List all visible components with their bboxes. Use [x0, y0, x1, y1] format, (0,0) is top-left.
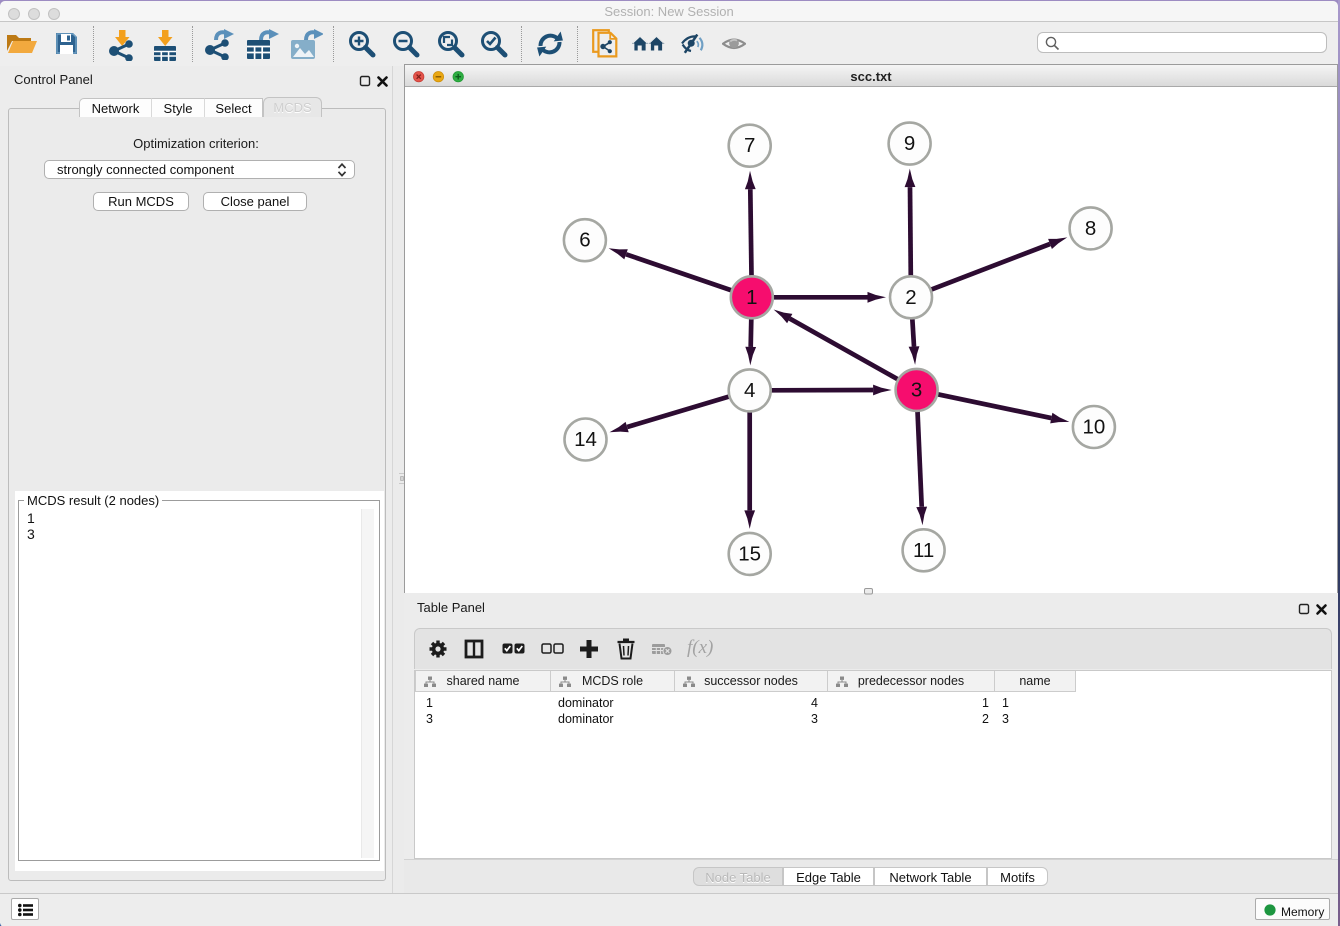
svg-text:2: 2	[905, 286, 916, 309]
svg-text:8: 8	[1085, 217, 1096, 240]
svg-text:6: 6	[579, 229, 590, 252]
svg-text:15: 15	[738, 542, 761, 565]
svg-text:3: 3	[911, 378, 922, 401]
svg-text:4: 4	[744, 379, 755, 402]
svg-text:11: 11	[913, 539, 934, 562]
svg-text:10: 10	[1082, 416, 1105, 439]
svg-text:7: 7	[744, 134, 755, 157]
svg-text:9: 9	[904, 132, 915, 155]
svg-text:14: 14	[574, 428, 597, 451]
svg-text:1: 1	[746, 286, 757, 309]
